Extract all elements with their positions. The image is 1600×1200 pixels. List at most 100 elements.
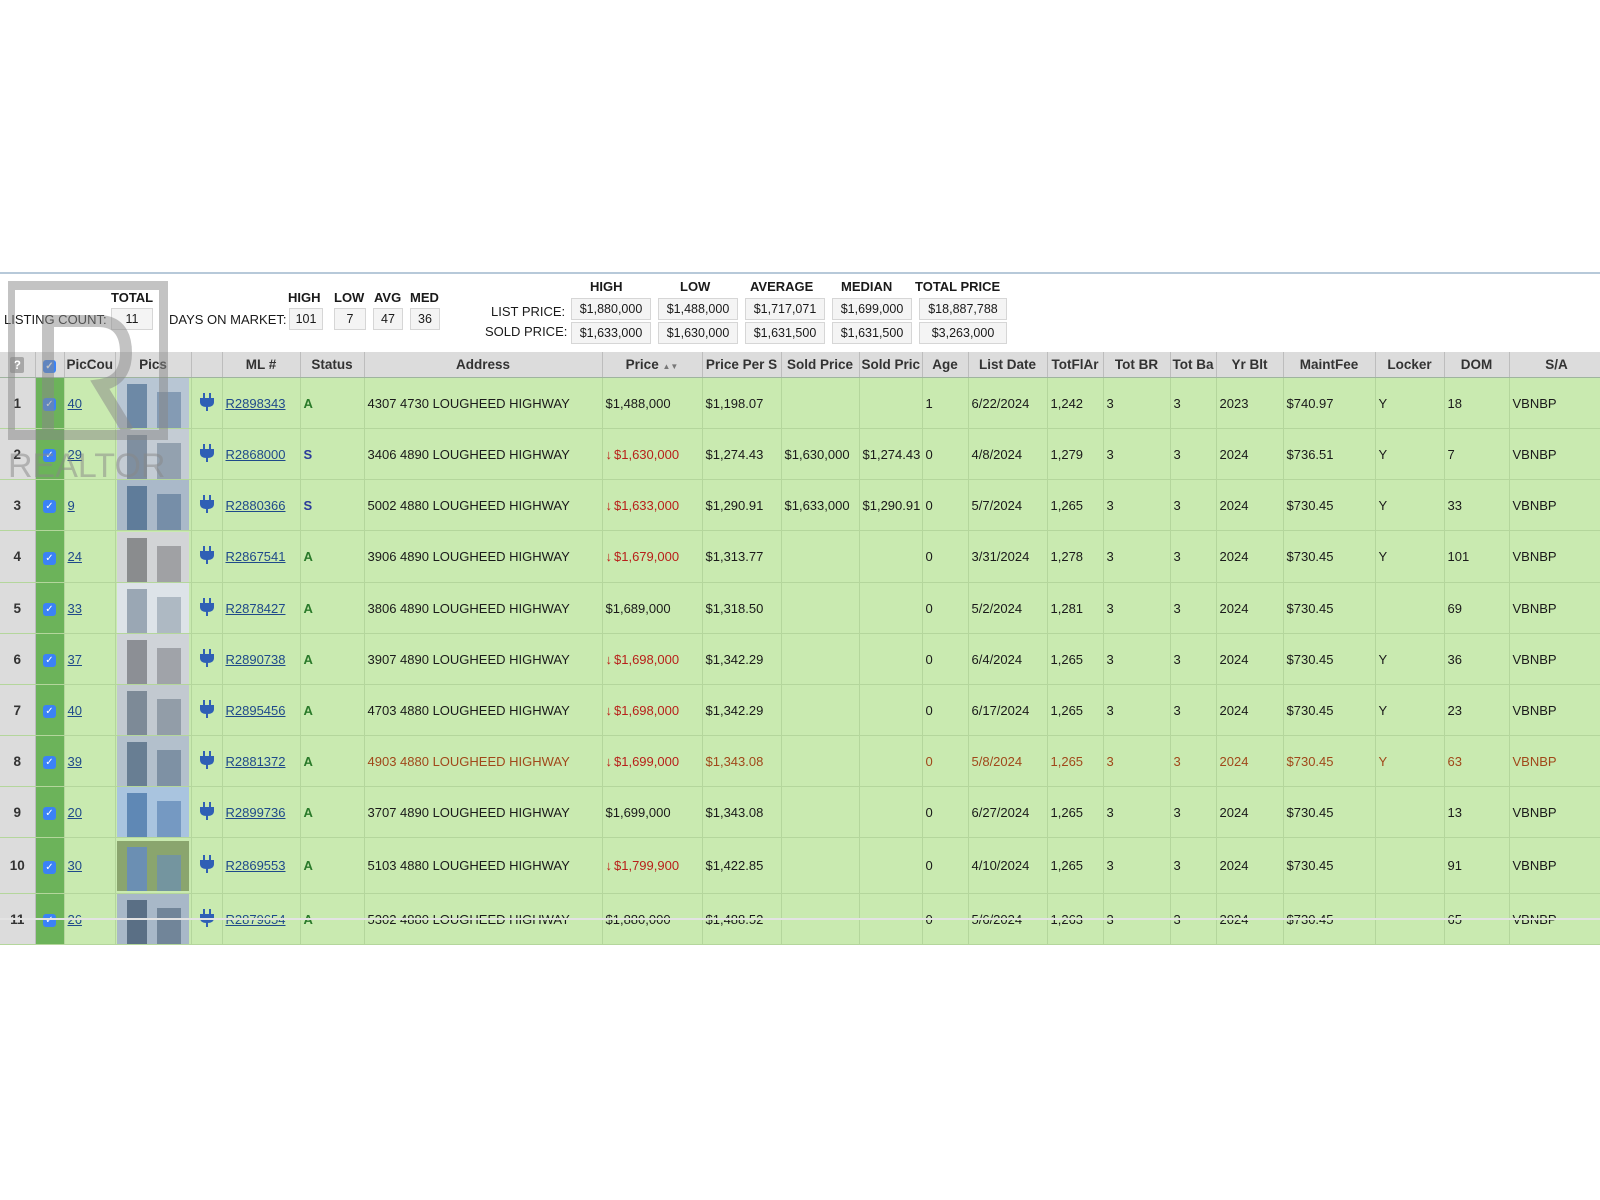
help-icon[interactable]: ?	[10, 356, 25, 373]
col-header-piccount[interactable]: PicCou	[64, 352, 116, 378]
row-checkbox[interactable]: ✓	[43, 449, 56, 462]
table-row[interactable]: 6 ✓ 37 R2890738 A 3907 4890 LOUGHEED HIGHWAY ↓…	[0, 633, 1600, 685]
ml-number-link[interactable]: R2899736	[226, 805, 286, 820]
listing-thumbnail[interactable]	[117, 634, 189, 684]
plug-icon[interactable]	[199, 855, 215, 873]
col-header-bathrooms[interactable]: Tot Ba	[1170, 352, 1217, 378]
col-header-maint-fee[interactable]: MaintFee	[1283, 352, 1376, 378]
thumbnail-cell[interactable]	[115, 428, 192, 480]
listing-thumbnail[interactable]	[117, 429, 189, 479]
action-cell[interactable]	[191, 837, 223, 894]
thumbnail-cell[interactable]	[115, 530, 192, 583]
action-cell[interactable]	[191, 479, 223, 531]
table-row[interactable]: 10 ✓ 30 R2869553 A 5103 4880 LOUGHEED HIGHWAY…	[0, 837, 1600, 894]
thumbnail-cell[interactable]	[115, 377, 192, 429]
col-header-address[interactable]: Address	[364, 352, 603, 378]
col-header-price-per-sqft[interactable]: Price Per S	[702, 352, 782, 378]
ml-number-link[interactable]: R2867541	[226, 549, 286, 564]
listing-thumbnail[interactable]	[117, 480, 189, 530]
pic-count-link[interactable]: 9	[68, 498, 75, 513]
col-header-year-built[interactable]: Yr Blt	[1216, 352, 1284, 378]
listing-thumbnail[interactable]	[117, 787, 189, 837]
pic-count-link[interactable]: 33	[68, 601, 82, 616]
plug-icon[interactable]	[199, 392, 215, 411]
row-select-cell[interactable]: ✓	[35, 428, 65, 480]
col-header-age[interactable]: Age	[922, 352, 969, 378]
thumbnail-cell[interactable]	[115, 633, 192, 685]
row-select-cell[interactable]: ✓	[35, 684, 65, 736]
plug-icon[interactable]	[199, 699, 215, 718]
thumbnail-cell[interactable]	[115, 735, 192, 787]
pic-count-link[interactable]: 37	[68, 652, 82, 667]
row-select-cell[interactable]: ✓	[35, 837, 65, 894]
listing-thumbnail[interactable]	[117, 685, 189, 735]
action-cell[interactable]	[191, 530, 223, 583]
row-select-cell[interactable]: ✓	[35, 582, 65, 634]
ml-number-link[interactable]: R2890738	[226, 652, 286, 667]
col-header-status[interactable]: Status	[300, 352, 365, 378]
col-header-sold-price-per-sqft[interactable]: Sold Pric	[859, 352, 923, 378]
col-header-ml[interactable]: ML #	[222, 352, 301, 378]
action-cell[interactable]	[191, 786, 223, 838]
col-header-locker[interactable]: Locker	[1375, 352, 1445, 378]
action-cell[interactable]	[191, 428, 223, 480]
col-header-price[interactable]: Price ▲▼	[602, 352, 703, 378]
plug-icon[interactable]	[199, 494, 215, 513]
plug-icon[interactable]	[199, 546, 215, 564]
col-header-pics[interactable]: Pics	[115, 352, 192, 378]
table-row[interactable]: 8 ✓ 39 R2881372 A 4903 4880 LOUGHEED HIGHWAY ↓…	[0, 735, 1600, 787]
action-cell[interactable]	[191, 582, 223, 634]
listing-thumbnail[interactable]	[117, 736, 189, 786]
row-checkbox[interactable]: ✓	[43, 807, 56, 820]
action-cell[interactable]	[191, 377, 223, 429]
col-header-dom[interactable]: DOM	[1444, 352, 1510, 378]
row-checkbox[interactable]: ✓	[43, 500, 56, 513]
table-row[interactable]: 2 ✓ 29 R2868000 S 3406 4890 LOUGHEED HIGHWAY ↓…	[0, 428, 1600, 480]
listing-thumbnail[interactable]	[117, 378, 189, 428]
table-row[interactable]: 1 ✓ 40 R2898343 A 4307 4730 LOUGHEED HIGHWAY $…	[0, 377, 1600, 429]
row-checkbox[interactable]: ✓	[43, 705, 56, 718]
select-all-header[interactable]: ✓	[35, 352, 65, 378]
pic-count-link[interactable]: 29	[68, 447, 82, 462]
action-cell[interactable]	[191, 735, 223, 787]
row-select-cell[interactable]: ✓	[35, 377, 65, 429]
thumbnail-cell[interactable]	[115, 786, 192, 838]
row-select-cell[interactable]: ✓	[35, 735, 65, 787]
plug-icon[interactable]	[199, 801, 215, 820]
pic-count-link[interactable]: 24	[68, 549, 82, 564]
plug-icon[interactable]	[199, 443, 215, 462]
thumbnail-cell[interactable]	[115, 582, 192, 634]
table-row[interactable]: 9 ✓ 20 R2899736 A 3707 4890 LOUGHEED HIGHWAY $…	[0, 786, 1600, 838]
row-checkbox[interactable]: ✓	[43, 860, 56, 874]
plug-icon[interactable]	[199, 597, 215, 616]
thumbnail-cell[interactable]	[115, 479, 192, 531]
ml-number-link[interactable]: R2880366	[226, 498, 286, 513]
pic-count-link[interactable]: 40	[68, 703, 82, 718]
col-header-bedrooms[interactable]: Tot BR	[1103, 352, 1171, 378]
thumbnail-cell[interactable]	[115, 684, 192, 736]
row-checkbox[interactable]: ✓	[43, 756, 56, 769]
listing-thumbnail[interactable]	[117, 531, 189, 582]
row-select-cell[interactable]: ✓	[35, 633, 65, 685]
col-header-sold-price[interactable]: Sold Price	[781, 352, 860, 378]
row-select-cell[interactable]: ✓	[35, 530, 65, 583]
pic-count-link[interactable]: 30	[68, 858, 82, 873]
pic-count-link[interactable]: 20	[68, 805, 82, 820]
listing-thumbnail[interactable]	[117, 840, 189, 891]
help-header[interactable]: ?	[0, 352, 36, 378]
row-checkbox[interactable]: ✓	[43, 914, 56, 927]
thumbnail-cell[interactable]	[115, 837, 192, 894]
ml-number-link[interactable]: R2869553	[226, 858, 286, 873]
col-header-list-date[interactable]: List Date	[968, 352, 1048, 378]
table-row[interactable]: 7 ✓ 40 R2895456 A 4703 4880 LOUGHEED HIGHWAY ↓…	[0, 684, 1600, 736]
pic-count-link[interactable]: 40	[68, 396, 82, 411]
ml-number-link[interactable]: R2898343	[226, 396, 286, 411]
action-cell[interactable]	[191, 684, 223, 736]
table-row[interactable]: 5 ✓ 33 R2878427 A 3806 4890 LOUGHEED HIGHWAY $…	[0, 582, 1600, 634]
listing-thumbnail[interactable]	[117, 583, 189, 633]
plug-icon[interactable]	[199, 750, 215, 769]
row-select-cell[interactable]: ✓	[35, 786, 65, 838]
row-checkbox[interactable]: ✓	[43, 398, 56, 411]
select-all-checkbox[interactable]: ✓	[43, 359, 56, 373]
table-row[interactable]: 4 ✓ 24 R2867541 A 3906 4890 LOUGHEED HIGHWAY ↓…	[0, 530, 1600, 583]
